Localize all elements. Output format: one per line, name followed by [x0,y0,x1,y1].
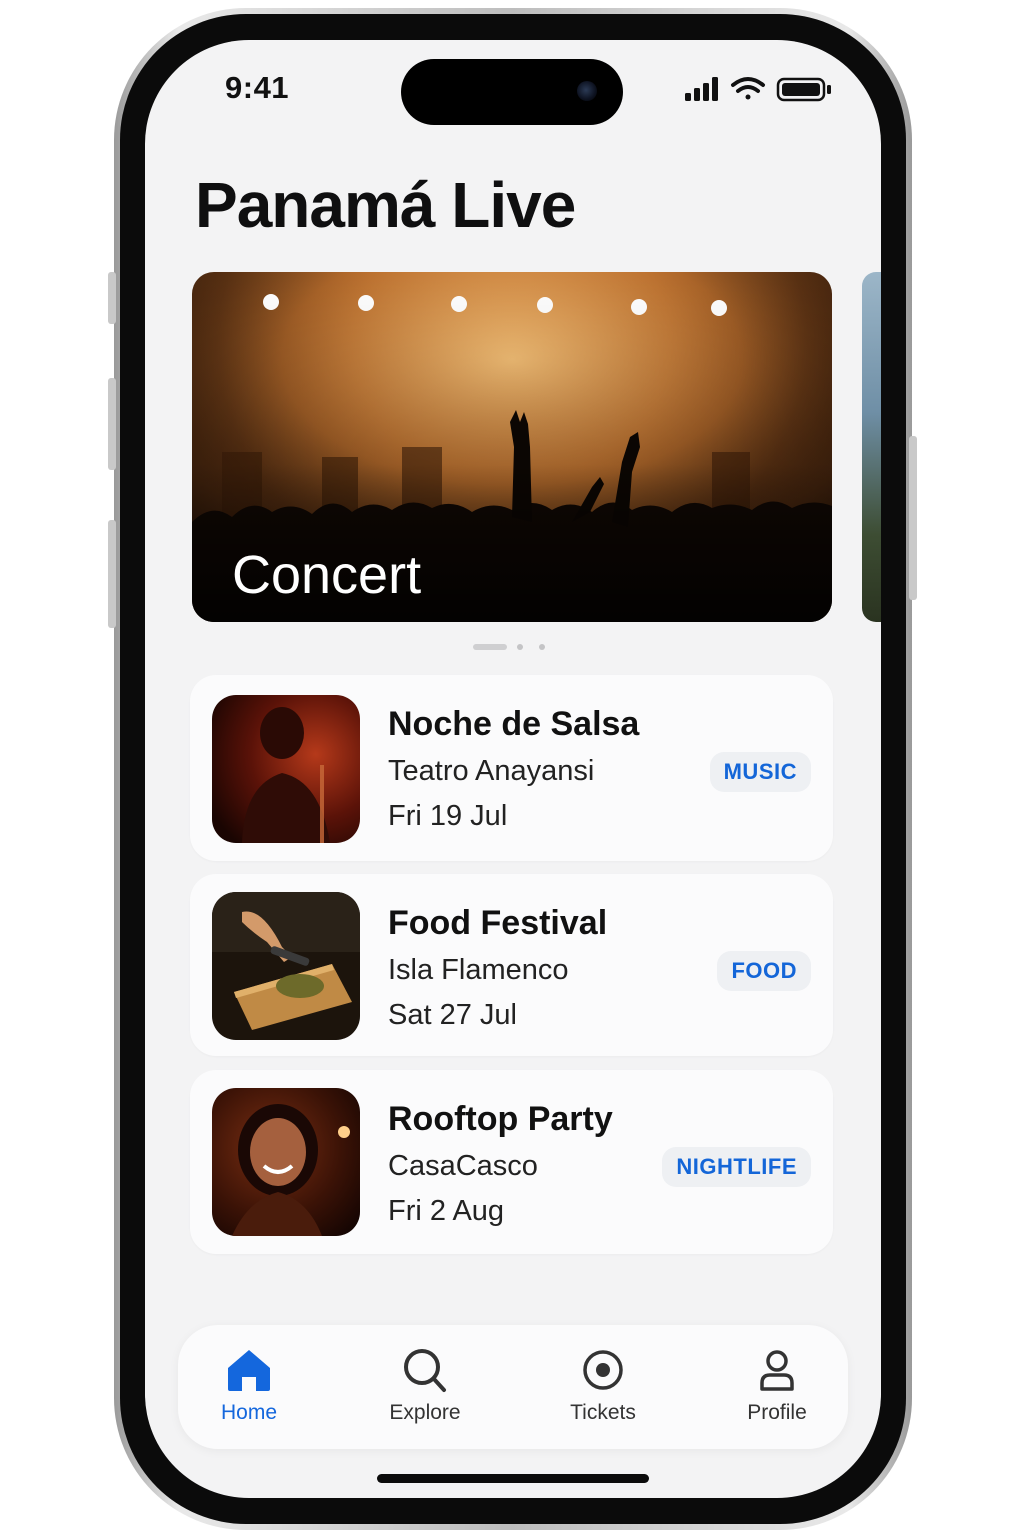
event-card-food-festival[interactable]: Food Festival Isla Flamenco Sat 27 Jul F… [190,874,833,1056]
event-title: Rooftop Party [388,1100,613,1138]
tab-label: Explore [389,1401,461,1424]
tab-profile[interactable]: Profile [697,1325,857,1449]
wifi-icon [731,77,765,100]
category-tag: MUSIC [709,752,811,792]
search-icon [404,1349,446,1392]
volume-up-button [108,378,116,470]
status-time: 9:41 [225,70,290,105]
hero-label: Concert [232,545,422,605]
tab-label: Tickets [570,1401,636,1424]
tab-label: Profile [747,1401,807,1424]
tab-tickets[interactable]: Tickets [523,1325,683,1449]
hero-card-next-peek[interactable] [862,272,881,622]
event-venue: Teatro Anayansi [388,755,595,787]
tab-bar: Home Explore Tickets Profile [178,1325,848,1449]
status-icons [683,74,833,104]
event-venue: Isla Flamenco [388,954,569,986]
event-thumbnail [212,695,360,843]
home-indicator[interactable] [377,1474,649,1483]
page-dot-2[interactable] [517,644,523,650]
page-title: Panamá Live [195,169,576,241]
page-dot-3[interactable] [539,644,545,650]
event-date: Fri 2 Aug [388,1195,505,1227]
event-title: Food Festival [388,904,608,942]
event-thumbnail [212,1088,360,1236]
battery-icon [776,77,831,102]
action-button [108,272,116,324]
power-button [909,436,917,600]
cellular-signal-icon [685,77,718,101]
tab-explore[interactable]: Explore [345,1325,505,1449]
carousel-page-indicator[interactable] [473,642,553,652]
hero-card-concert[interactable]: Concert [192,272,832,622]
dynamic-island [401,59,623,125]
event-title: Noche de Salsa [388,705,640,743]
home-icon [228,1350,270,1391]
event-date: Fri 19 Jul [388,800,508,832]
person-icon [760,1350,794,1391]
tab-label: Home [220,1401,278,1424]
event-card-noche-de-salsa[interactable]: Noche de Salsa Teatro Anayansi Fri 19 Ju… [190,675,833,861]
category-tag: FOOD [717,951,811,991]
category-tag: NIGHTLIFE [662,1147,811,1187]
volume-down-button [108,520,116,628]
screen: 9:41 Panamá Live Concert Noche de Salsa … [145,40,881,1498]
event-thumbnail [212,892,360,1040]
event-venue: CasaCasco [388,1150,538,1182]
front-camera [577,81,597,101]
tab-home[interactable]: Home [169,1325,329,1449]
event-card-rooftop-party[interactable]: Rooftop Party CasaCasco Fri 2 Aug NIGHTL… [190,1070,833,1254]
ticket-icon [583,1350,623,1390]
event-date: Sat 27 Jul [388,999,517,1031]
page-dot-1[interactable] [473,644,507,650]
